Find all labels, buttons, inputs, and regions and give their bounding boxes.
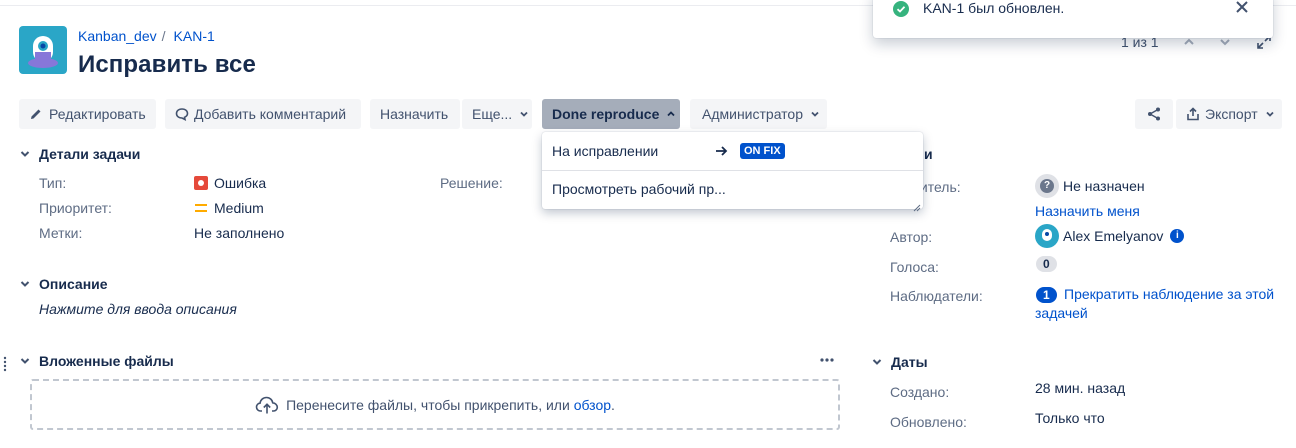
user-avatar-icon	[1035, 224, 1059, 248]
breadcrumb-issue-link[interactable]: KAN-1	[174, 28, 215, 44]
attachments-heading: Вложенные файлы	[39, 353, 174, 369]
more-button[interactable]: Еще...	[462, 99, 532, 129]
export-icon	[1187, 107, 1199, 121]
stop-watching-link-line1[interactable]: Прекратить наблюдение за этой	[1064, 286, 1274, 302]
resolution-label: Решение:	[440, 175, 503, 191]
view-workflow-item[interactable]: Просмотреть рабочий пр...	[542, 171, 923, 207]
priority-value[interactable]: Medium	[194, 200, 264, 216]
watchers-badge: 1	[1036, 287, 1057, 303]
priority-value-text: Medium	[214, 200, 264, 216]
description-section-header[interactable]: Описание	[19, 276, 108, 292]
status-lozenge: ON FIX	[740, 143, 785, 159]
assignee-value-text: Не назначен	[1063, 178, 1145, 194]
chevron-down-icon	[20, 151, 30, 157]
share-button[interactable]	[1135, 99, 1173, 129]
description-field[interactable]: Нажмите для ввода описания	[39, 301, 237, 317]
add-comment-label: Добавить комментарий	[194, 106, 347, 122]
drag-handle-icon[interactable]	[3, 356, 7, 372]
type-value-text: Ошибка	[214, 175, 267, 191]
edit-button-label: Редактировать	[49, 106, 146, 122]
admin-button-label: Администратор	[702, 106, 804, 122]
dropzone-text: Перенесите файлы, чтобы прикрепить, или	[286, 396, 570, 413]
people-heading-partial: и	[924, 146, 933, 162]
labels-value[interactable]: Не заполнено	[194, 225, 284, 241]
chevron-up-icon	[667, 111, 675, 117]
votes-label: Голоса:	[890, 259, 939, 275]
check-circle-icon	[893, 1, 909, 17]
chevron-down-icon	[1265, 111, 1274, 117]
bug-icon	[194, 176, 208, 190]
chevron-down-icon	[20, 281, 30, 287]
attachments-section-header[interactable]: Вложенные файлы	[19, 353, 174, 369]
info-icon[interactable]: i	[1170, 229, 1185, 243]
admin-button[interactable]: Администратор	[690, 99, 827, 129]
stop-watching-link-line2[interactable]: задачей	[1035, 305, 1088, 321]
assign-button[interactable]: Назначить	[370, 99, 460, 129]
details-heading: Детали задачи	[39, 146, 141, 162]
type-value[interactable]: Ошибка	[194, 175, 266, 191]
chevron-down-icon	[811, 111, 819, 117]
dates-section-header[interactable]: Даты	[871, 354, 928, 370]
updated-label: Обновлено:	[890, 414, 967, 430]
arrow-right-icon	[716, 146, 728, 156]
watchers-label: Наблюдатели:	[890, 288, 983, 304]
reporter-value[interactable]: Alex Emelyanov i	[1035, 224, 1185, 248]
dates-heading: Даты	[891, 354, 928, 370]
labels-label: Метки:	[39, 225, 83, 241]
watchers-count: 1	[1036, 286, 1057, 303]
share-icon	[1148, 107, 1160, 121]
description-heading: Описание	[39, 276, 108, 292]
comment-icon	[175, 108, 189, 121]
reporter-value-text: Alex Emelyanov	[1063, 228, 1164, 244]
breadcrumb: Kanban_dev / KAN-1	[78, 28, 215, 44]
resize-handle-icon[interactable]	[913, 199, 921, 212]
status-button[interactable]: Done reproduce	[542, 99, 680, 129]
close-icon[interactable]	[1235, 0, 1249, 14]
attachment-dropzone[interactable]: Перенесите файлы, чтобы прикрепить, или …	[30, 379, 840, 430]
project-avatar-icon[interactable]	[19, 26, 67, 74]
breadcrumb-project-link[interactable]: Kanban_dev	[78, 28, 157, 44]
transition-on-fix-label: На исправлении	[552, 143, 659, 159]
edit-button[interactable]: Редактировать	[19, 99, 156, 129]
created-value: 28 мин. назад	[1035, 380, 1126, 396]
breadcrumb-separator: /	[161, 28, 166, 44]
export-button-label: Экспорт	[1205, 106, 1258, 122]
status-transition-menu: На исправлении ON FIX Просмотреть рабочи…	[542, 132, 923, 212]
export-button[interactable]: Экспорт	[1176, 99, 1282, 129]
votes-badge: 0	[1036, 256, 1057, 272]
flag-message: KAN-1 был обновлен.	[923, 0, 1065, 16]
success-flag: KAN-1 был обновлен.	[873, 0, 1273, 38]
more-button-label: Еще...	[472, 106, 513, 122]
votes-count[interactable]: 0	[1036, 255, 1057, 272]
type-label: Тип:	[39, 175, 67, 191]
status-button-label: Done reproduce	[552, 106, 660, 122]
updated-value: Только что	[1035, 410, 1105, 426]
created-label: Создано:	[890, 384, 950, 400]
more-actions-icon[interactable]	[819, 353, 835, 367]
chevron-down-icon	[20, 358, 30, 364]
details-section-header[interactable]: Детали задачи	[19, 146, 140, 162]
assign-button-label: Назначить	[380, 106, 449, 122]
cloud-upload-icon	[255, 396, 279, 413]
medium-priority-icon	[194, 201, 208, 215]
chevron-down-icon	[520, 111, 528, 117]
dropzone-period: .	[611, 396, 615, 413]
assign-to-me-link[interactable]: Назначить меня	[1035, 203, 1140, 219]
add-comment-button[interactable]: Добавить комментарий	[165, 99, 361, 129]
chevron-down-icon	[872, 359, 882, 365]
priority-label: Приоритет:	[39, 200, 112, 216]
assignee-value[interactable]: ? Не назначен	[1035, 174, 1145, 198]
unassigned-avatar-icon: ?	[1035, 174, 1059, 198]
issue-title[interactable]: Исправить все	[78, 51, 256, 79]
pencil-icon	[31, 109, 41, 119]
transition-on-fix[interactable]: На исправлении ON FIX	[542, 133, 923, 169]
reporter-label: Автор:	[890, 229, 933, 245]
browse-link[interactable]: обзор	[574, 397, 611, 413]
